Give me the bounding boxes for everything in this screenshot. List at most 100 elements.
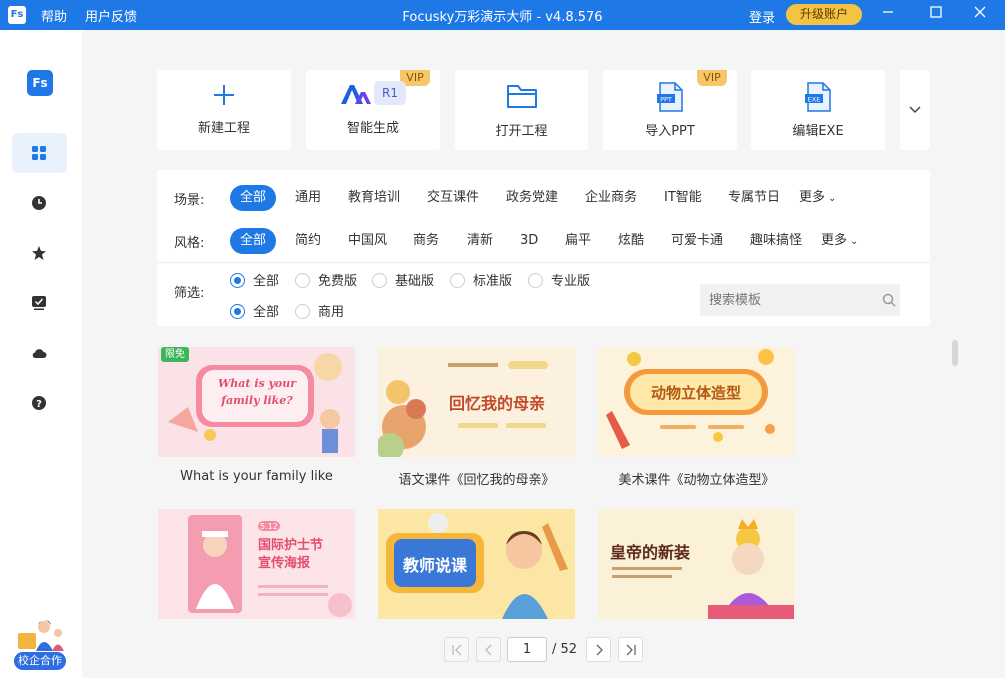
svg-text:?: ?: [36, 399, 42, 410]
scene-more-button[interactable]: 更多 ⌄: [789, 185, 846, 211]
sidebar-item-help[interactable]: ?: [12, 383, 67, 423]
style-chip-3d[interactable]: 3D: [510, 228, 548, 254]
exe-file-icon: EXE: [805, 82, 831, 112]
vip-badge: VIP: [697, 70, 727, 86]
scrollbar-thumb[interactable]: [952, 340, 958, 366]
scene-chip-general[interactable]: 通用: [285, 185, 331, 211]
template-thumb-sub: 5.12: [260, 522, 278, 531]
style-chip-all[interactable]: 全部: [230, 228, 277, 254]
template-search-input[interactable]: [700, 284, 900, 316]
open-project-card[interactable]: 打开工程: [455, 70, 588, 150]
maximize-icon[interactable]: [916, 0, 956, 30]
chevron-down-icon: [909, 106, 921, 114]
sidebar-item-cloud[interactable]: [12, 333, 67, 373]
cloud-icon: [32, 349, 47, 358]
first-page-button[interactable]: [444, 637, 469, 662]
edition-pro-label: 专业版: [551, 274, 591, 289]
next-page-button[interactable]: [586, 637, 611, 662]
chevron-right-icon: [596, 644, 603, 656]
scene-chip-festival[interactable]: 专属节日: [718, 185, 790, 211]
template-caption[interactable]: 语文课件《回忆我的母亲》: [378, 469, 575, 488]
edition-radio-basic[interactable]: 基础版: [372, 272, 434, 292]
radio-unchecked-icon: [528, 273, 543, 288]
scene-filter-row: 场景: 全部 通用 教育培训 交互课件 政务党建 企业商务 IT智能 专属节日 …: [157, 185, 930, 211]
template-card-emperor[interactable]: 皇帝的新装: [598, 509, 795, 619]
sidebar-item-favorites[interactable]: [12, 233, 67, 273]
prev-page-button[interactable]: [476, 637, 501, 662]
scene-more-label: 更多: [799, 190, 826, 205]
r1-badge: R1: [374, 81, 406, 105]
edition-standard-label: 标准版: [473, 274, 513, 289]
scene-chip-education[interactable]: 教育培训: [338, 185, 410, 211]
edition-radio-all[interactable]: 全部: [230, 272, 279, 292]
edition-radio-standard[interactable]: 标准版: [450, 272, 512, 292]
minimize-icon[interactable]: [868, 0, 908, 30]
scene-chip-interactive[interactable]: 交互课件: [417, 185, 489, 211]
template-thumb-title: What is your family like?: [217, 377, 297, 407]
import-ppt-card[interactable]: VIP PPT 导入PPT: [603, 70, 737, 150]
license-radio-all[interactable]: 全部: [230, 303, 279, 323]
edition-radio-free[interactable]: 免费版: [295, 272, 357, 292]
exe-tag: EXE: [808, 96, 821, 104]
people-illustration-icon: [18, 620, 64, 651]
scene-chip-government[interactable]: 政务党建: [496, 185, 568, 211]
radio-checked-icon: [230, 273, 245, 288]
sidebar-logo: Fs: [27, 70, 53, 96]
sidebar-item-tasks[interactable]: [12, 283, 67, 323]
folder-icon: [506, 85, 537, 108]
sidebar-item-templates[interactable]: [12, 133, 67, 173]
license-radio-commercial[interactable]: 商用: [295, 303, 344, 323]
style-chip-funny[interactable]: 趣味搞怪: [740, 228, 812, 254]
style-chip-chinese[interactable]: 中国风: [338, 228, 397, 254]
menu-feedback[interactable]: 用户反馈: [85, 6, 137, 25]
style-chip-fresh[interactable]: 清新: [457, 228, 503, 254]
ai-generate-card[interactable]: VIP R1 智能生成: [306, 70, 440, 150]
page-number-input[interactable]: 1: [507, 637, 547, 662]
style-chip-flat[interactable]: 扁平: [555, 228, 601, 254]
style-label: 风格:: [174, 236, 205, 251]
edit-exe-label: 编辑EXE: [792, 124, 844, 139]
style-chip-cartoon[interactable]: 可爱卡通: [661, 228, 733, 254]
last-page-button[interactable]: [618, 637, 643, 662]
template-card-animal[interactable]: 动物立体造型: [598, 347, 795, 457]
plus-icon: [214, 85, 234, 105]
edition-radio-pro[interactable]: 专业版: [528, 272, 590, 292]
template-card-mother[interactable]: 回忆我的母亲: [378, 347, 575, 457]
template-card-family[interactable]: What is your family like? 限免: [158, 347, 355, 457]
scene-chip-it[interactable]: IT智能: [654, 185, 712, 211]
search-icon[interactable]: [882, 293, 896, 307]
edit-exe-card[interactable]: EXE 编辑EXE: [751, 70, 885, 150]
scene-chip-all[interactable]: 全部: [230, 185, 277, 211]
expand-actions-button[interactable]: [900, 70, 930, 150]
template-card-nurse[interactable]: 5.12 国际护士节宣传海报: [158, 509, 355, 619]
style-more-button[interactable]: 更多 ⌄: [811, 228, 868, 254]
ai-icon: [341, 85, 371, 104]
screen-label: 筛选:: [174, 286, 205, 301]
new-project-label: 新建工程: [197, 121, 250, 136]
template-thumb-title: 回忆我的母亲: [448, 394, 545, 413]
license-commercial-label: 商用: [318, 305, 345, 320]
help-icon: ?: [32, 396, 46, 410]
style-chip-cool[interactable]: 炫酷: [608, 228, 654, 254]
page-total: / 52: [552, 642, 578, 657]
template-caption[interactable]: 美术课件《动物立体造型》: [598, 469, 795, 488]
template-thumb-title: 动物立体造型: [650, 384, 741, 402]
chevron-left-icon: [484, 644, 491, 656]
close-icon[interactable]: [960, 0, 1000, 30]
first-page-icon: [451, 644, 461, 656]
menu-help[interactable]: 帮助: [41, 6, 67, 25]
license-all-label: 全部: [253, 305, 280, 320]
style-chip-business[interactable]: 商务: [403, 228, 449, 254]
sidebar-item-recent[interactable]: [12, 183, 67, 223]
login-button[interactable]: 登录: [749, 7, 775, 26]
edition-basic-label: 基础版: [395, 274, 435, 289]
edition-all-label: 全部: [253, 274, 280, 289]
school-enterprise-promo[interactable]: 校企合作: [14, 615, 68, 670]
new-project-card[interactable]: 新建工程: [157, 70, 291, 150]
template-caption[interactable]: What is your family like: [158, 469, 355, 484]
scene-chip-business[interactable]: 企业商务: [575, 185, 647, 211]
upgrade-button[interactable]: 升级账户: [786, 4, 862, 25]
style-chip-simple[interactable]: 简约: [285, 228, 331, 254]
template-card-teacher[interactable]: 教师说课: [378, 509, 575, 619]
promo-label: 校企合作: [14, 652, 66, 670]
